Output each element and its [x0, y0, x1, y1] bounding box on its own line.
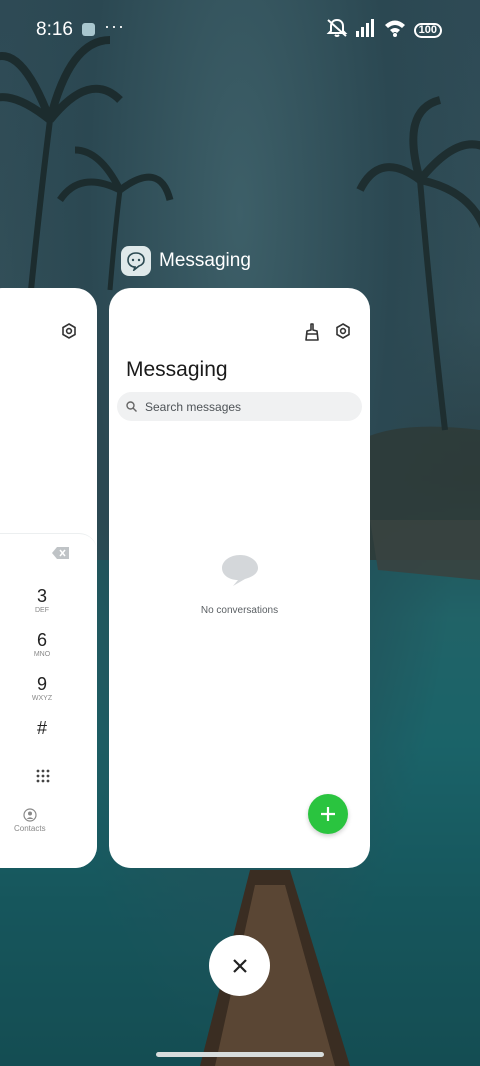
more-notifications-icon: ··· [104, 16, 125, 36]
wifi-icon [384, 19, 406, 42]
contacts-tab[interactable]: Contacts [14, 808, 46, 833]
dial-key-6[interactable]: 6 MNO [25, 630, 59, 658]
new-conversation-button[interactable] [308, 794, 348, 834]
dial-key-9[interactable]: 9 WXYZ [25, 674, 59, 702]
settings-icon[interactable] [335, 323, 351, 344]
dial-key-letters: WXYZ [31, 695, 53, 702]
close-icon [232, 958, 247, 973]
dialpad-toggle-icon[interactable] [36, 769, 50, 788]
phone-app-card[interactable]: 3 DEF 6 MNO 9 WXYZ # Contacts [0, 288, 97, 868]
empty-conversations-icon [221, 553, 259, 592]
recent-app-name: Messaging [159, 250, 251, 271]
search-input[interactable]: Search messages [117, 392, 362, 421]
settings-icon[interactable] [61, 323, 77, 344]
clear-all-button[interactable] [209, 935, 270, 996]
search-placeholder: Search messages [145, 399, 242, 414]
dial-key-number: 9 [36, 674, 47, 694]
page-title: Messaging [126, 358, 228, 381]
notification-icon [82, 23, 95, 36]
clean-icon[interactable] [304, 323, 320, 346]
signal-icon [355, 19, 376, 42]
dialpad: 3 DEF 6 MNO 9 WXYZ # Contacts [0, 533, 97, 868]
battery-icon: 100 [413, 23, 442, 38]
dial-key-letters: MNO [33, 651, 51, 658]
contacts-icon [23, 808, 37, 822]
status-bar: 8:16 ··· 100 [0, 0, 480, 60]
dial-key-number: 3 [36, 586, 47, 606]
dial-key-number: # [36, 718, 47, 738]
messaging-app-icon [121, 246, 151, 276]
messaging-app-card[interactable]: Messaging Search messages No conversatio… [109, 288, 370, 868]
recent-app-label[interactable]: Messaging [121, 246, 251, 276]
dial-key-letters: DEF [35, 607, 49, 614]
dial-key-hash[interactable]: # [25, 718, 59, 739]
dial-key-number: 6 [36, 630, 47, 650]
empty-state-text: No conversations [200, 605, 279, 616]
plus-icon [321, 807, 335, 821]
home-indicator[interactable] [156, 1052, 324, 1057]
contacts-label: Contacts [14, 824, 46, 833]
dial-key-3[interactable]: 3 DEF [25, 586, 59, 614]
status-time: 8:16 [36, 19, 73, 40]
backspace-icon[interactable] [52, 546, 70, 564]
search-icon [126, 401, 137, 412]
mute-icon [326, 18, 348, 43]
